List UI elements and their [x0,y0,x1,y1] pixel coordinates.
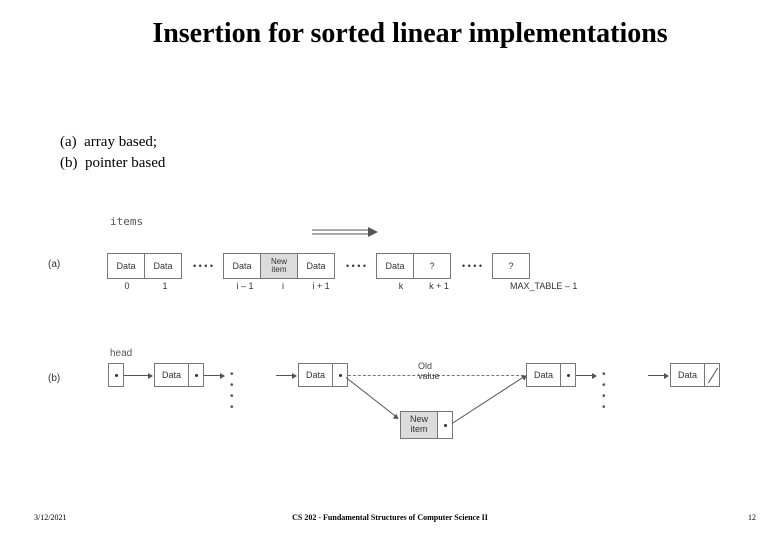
ellipsis: • • • • [451,253,493,279]
list-item-a: (a) array based; [60,132,165,153]
node-data: Data [527,364,561,386]
list-node: Data [154,363,204,387]
node-data: Data [155,364,189,386]
new-item-pointer [438,411,453,439]
null-pointer-icon [705,364,719,386]
list-item-b: (b) pointer based [60,153,165,174]
new-pointer-up-icon [452,375,526,424]
pointer-arrow-icon [648,375,668,376]
index-row: 0 1 i – 1 i i + 1 k k + 1 MAX_TABLE – 1 [108,281,590,291]
list-node: Data [298,363,348,387]
shift-arrow-icon [310,225,380,239]
head-label: head [110,348,132,359]
part-a-label: (a) [48,259,60,270]
array-cell: Data [107,253,145,279]
pointer-arrow-icon [204,375,224,376]
array-index: 1 [146,281,184,291]
new-pointer-down-icon [346,377,399,418]
array-index: i – 1 [226,281,264,291]
array-index [340,281,382,291]
ellipsis: • • • • [602,369,610,413]
description-list: (a) array based; (b) pointer based [60,132,165,174]
list-node: Data [526,363,576,387]
ellipsis: • • • • [335,253,377,279]
old-value-label: Old value [418,361,440,381]
list-node-tail: Data [670,363,720,387]
array-cell: Data [376,253,414,279]
node-data: Data [299,364,333,386]
array-cell: ? [413,253,451,279]
new-item-node: New item [400,411,438,439]
pointer-arrow-icon [576,375,596,376]
array-index [458,281,500,291]
array-index: i + 1 [302,281,340,291]
array-row: Data Data • • • • Data New item Data • •… [108,253,530,279]
array-cell: Data [297,253,335,279]
array-index: k [382,281,420,291]
node-pointer [189,364,203,386]
array-index: 0 [108,281,146,291]
part-b-label: (b) [48,373,60,384]
slide-title: Insertion for sorted linear implementati… [0,0,780,50]
footer-course: CS 202 - Fundamental Structures of Compu… [0,513,780,522]
node-pointer [333,364,347,386]
array-cell: Data [223,253,261,279]
node-pointer [561,364,575,386]
pointer-arrow-icon [276,375,296,376]
pointer-arrow-icon [124,375,152,376]
array-cell: ? [492,253,530,279]
array-cell: Data [144,253,182,279]
array-cell-new: New item [260,253,298,279]
ellipsis: • • • • [230,369,238,413]
ellipsis: • • • • [182,253,224,279]
node-data: Data [671,364,705,386]
array-index: k + 1 [420,281,458,291]
array-index: i [264,281,302,291]
items-label: items [110,215,143,228]
array-index [184,281,226,291]
footer-page-number: 12 [748,513,756,522]
array-index: MAX_TABLE – 1 [510,281,590,291]
head-node [108,363,124,387]
